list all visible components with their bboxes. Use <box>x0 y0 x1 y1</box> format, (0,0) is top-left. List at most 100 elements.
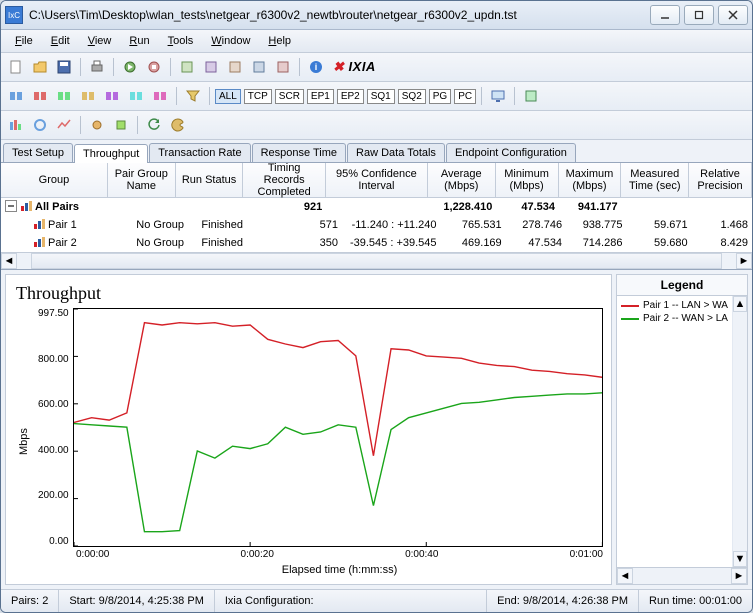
legend-item[interactable]: Pair 2 -- WAN > LAN <box>621 313 728 324</box>
status-bar: Pairs: 2 Start: 9/8/2014, 4:25:38 PM Ixi… <box>1 589 752 612</box>
pair-icon-5[interactable] <box>101 85 123 107</box>
scroll-left-icon[interactable]: ◄ <box>617 568 633 584</box>
pair-icon-4[interactable] <box>77 85 99 107</box>
save-icon[interactable] <box>53 56 75 78</box>
tab-raw-data-totals[interactable]: Raw Data Totals <box>347 143 445 162</box>
menu-edit[interactable]: Edit <box>43 33 78 49</box>
menu-tools[interactable]: Tools <box>160 33 202 49</box>
filter-tag-ep1[interactable]: EP1 <box>307 89 334 104</box>
filter-tag-tcp[interactable]: TCP <box>244 89 272 104</box>
info-icon[interactable]: i <box>305 56 327 78</box>
legend-item[interactable]: Pair 1 -- LAN > WAN <box>621 300 728 311</box>
table-cell: 47.534 <box>496 201 559 213</box>
status-end: End: 9/8/2014, 4:26:38 PM <box>487 590 639 612</box>
scroll-left-icon[interactable]: ◄ <box>1 253 17 269</box>
table-cell: 921 <box>244 201 327 213</box>
close-button[interactable] <box>718 5 748 25</box>
run-icon[interactable] <box>119 56 141 78</box>
menu-view[interactable]: View <box>80 33 120 49</box>
view-icon-1[interactable] <box>5 114 27 136</box>
tab-endpoint-configuration[interactable]: Endpoint Configuration <box>446 143 576 162</box>
legend-h-scrollbar[interactable]: ◄ ► <box>617 567 747 584</box>
menu-help[interactable]: Help <box>260 33 299 49</box>
col-header[interactable]: Average (Mbps) <box>428 163 496 197</box>
palette-icon[interactable] <box>167 114 189 136</box>
table-row[interactable]: Pair 1No GroupFinished571-11.240 : +11.2… <box>1 216 752 234</box>
table-cell: 469.169 <box>441 237 506 249</box>
tab-transaction-rate[interactable]: Transaction Rate <box>149 143 250 162</box>
col-header[interactable]: Run Status <box>176 163 244 197</box>
stop-icon[interactable] <box>143 56 165 78</box>
table-row[interactable]: Pair 2No GroupFinished350-39.545 : +39.5… <box>1 234 752 252</box>
col-header[interactable]: Group <box>1 163 108 197</box>
scroll-up-icon[interactable]: ▲ <box>733 296 747 312</box>
options-icon-1[interactable] <box>86 114 108 136</box>
col-header[interactable]: 95% Confidence Interval <box>326 163 428 197</box>
status-config: Ixia Configuration: <box>215 590 487 612</box>
tool-icon-1[interactable] <box>176 56 198 78</box>
refresh-icon[interactable] <box>143 114 165 136</box>
tab-response-time[interactable]: Response Time <box>252 143 346 162</box>
tool-icon-3[interactable] <box>224 56 246 78</box>
table-cell: 714.286 <box>566 237 626 249</box>
legend-swatch <box>621 318 639 320</box>
filter-tag-ep2[interactable]: EP2 <box>337 89 364 104</box>
maximize-button[interactable] <box>684 5 714 25</box>
legend-v-scrollbar[interactable]: ▲ ▼ <box>732 296 747 567</box>
filter-tag-pc[interactable]: PC <box>454 89 476 104</box>
filter-tag-scr[interactable]: SCR <box>275 89 304 104</box>
col-header[interactable]: Pair Group Name <box>108 163 176 197</box>
col-header[interactable]: Relative Precision <box>689 163 752 197</box>
pair-icon-6[interactable] <box>125 85 147 107</box>
monitor-icon[interactable] <box>487 85 509 107</box>
filter-icon[interactable] <box>182 85 204 107</box>
tab-test-setup[interactable]: Test Setup <box>3 143 73 162</box>
filter-tag-sq2[interactable]: SQ2 <box>398 89 426 104</box>
pair-icon-7[interactable] <box>149 85 171 107</box>
y-tick: 997.50 <box>38 308 69 319</box>
plot-canvas[interactable] <box>73 308 603 547</box>
x-tick: 0:00:40 <box>405 549 438 560</box>
view-icon-3[interactable] <box>53 114 75 136</box>
table-row[interactable]: All Pairs9211,228.41047.534941.177 <box>1 198 752 216</box>
minimize-button[interactable] <box>650 5 680 25</box>
options-icon-2[interactable] <box>110 114 132 136</box>
col-header[interactable]: Maximum (Mbps) <box>559 163 622 197</box>
filter-tag-sq1[interactable]: SQ1 <box>367 89 395 104</box>
y-axis-label: Mbps <box>14 308 34 576</box>
app-window: IxC C:\Users\Tim\Desktop\wlan_tests\netg… <box>0 0 753 613</box>
tool-icon-5[interactable] <box>272 56 294 78</box>
toolbar-view <box>1 111 752 140</box>
filter-tag-all[interactable]: ALL <box>215 89 241 104</box>
export-icon[interactable] <box>520 85 542 107</box>
pair-icon-1[interactable] <box>5 85 27 107</box>
menu-window[interactable]: Window <box>203 33 258 49</box>
menu-file[interactable]: File <box>7 33 41 49</box>
table-cell: 8.429 <box>692 237 752 249</box>
tool-icon-2[interactable] <box>200 56 222 78</box>
col-header[interactable]: Measured Time (sec) <box>621 163 689 197</box>
pair-icon-2[interactable] <box>29 85 51 107</box>
toolbar-main: i ✖ IXIA <box>1 53 752 82</box>
scroll-down-icon[interactable]: ▼ <box>733 551 747 567</box>
filter-tag-pg[interactable]: PG <box>429 89 451 104</box>
tool-icon-4[interactable] <box>248 56 270 78</box>
open-icon[interactable] <box>29 56 51 78</box>
table-cell: Finished <box>197 219 262 231</box>
col-header[interactable]: Timing Records Completed <box>243 163 325 197</box>
pair-icon-3[interactable] <box>53 85 75 107</box>
tab-throughput[interactable]: Throughput <box>74 144 148 163</box>
table-h-scrollbar[interactable]: ◄ ► <box>1 252 752 269</box>
new-icon[interactable] <box>5 56 27 78</box>
scroll-right-icon[interactable]: ► <box>731 568 747 584</box>
table-cell: 765.531 <box>441 219 506 231</box>
x-tick: 0:00:20 <box>241 549 274 560</box>
view-icon-2[interactable] <box>29 114 51 136</box>
bars-icon <box>33 218 46 233</box>
col-header[interactable]: Minimum (Mbps) <box>496 163 559 197</box>
menu-run[interactable]: Run <box>121 33 157 49</box>
table-cell: 941.177 <box>559 201 622 213</box>
print-icon[interactable] <box>86 56 108 78</box>
scroll-right-icon[interactable]: ► <box>736 253 752 269</box>
table-cell: -11.240 : +11.240 <box>342 219 441 231</box>
